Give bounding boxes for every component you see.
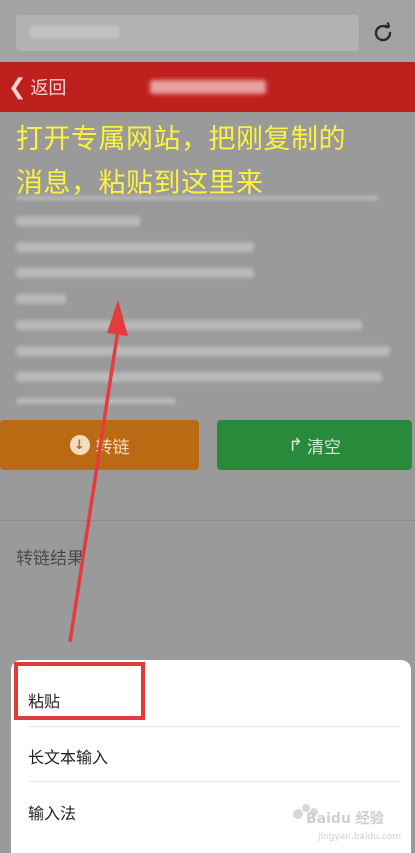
watermark-url: jingyan.baidu.com — [318, 832, 402, 842]
menu-separator — [28, 726, 400, 727]
watermark-brand: Baidu 经验 — [306, 811, 384, 827]
highlight-box — [14, 662, 145, 720]
menu-item-long-text-input[interactable]: 长文本输入 — [28, 744, 108, 768]
menu-item-input-method[interactable]: 输入法 — [28, 800, 76, 824]
menu-separator — [28, 781, 400, 782]
